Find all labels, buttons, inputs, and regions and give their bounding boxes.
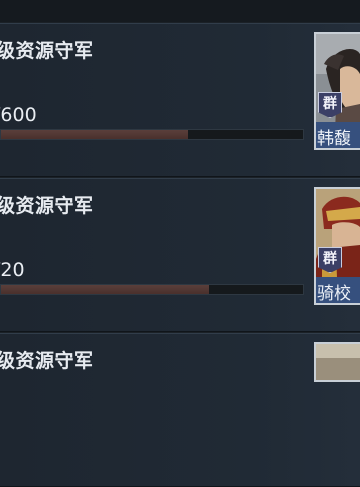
- hero-name: 韩馥: [317, 129, 351, 149]
- hero-name-plate: 韩馥: [316, 122, 360, 149]
- progress-bar: [0, 129, 304, 140]
- hero-name-plate: 骑校: [316, 277, 360, 304]
- progress-text: /20: [0, 259, 25, 281]
- hero-art: [316, 344, 360, 380]
- progress-bar: [0, 284, 304, 295]
- hero-portrait[interactable]: [314, 342, 360, 382]
- hero-portrait[interactable]: 群 骑校: [314, 187, 360, 305]
- mission-card[interactable]: 级资源守军: [0, 333, 360, 487]
- hero-name: 骑校: [317, 284, 351, 304]
- hero-portrait[interactable]: 群 韩馥: [314, 32, 360, 150]
- mission-card[interactable]: 级资源守军 /20 群 骑校: [0, 178, 360, 332]
- progress-bar-fill: [1, 285, 210, 294]
- top-edge-strip: [0, 0, 360, 22]
- mission-title: 级资源守军: [0, 195, 94, 217]
- progress-text: /600: [0, 104, 37, 126]
- mission-card[interactable]: 级资源守军 /600 群 韩馥: [0, 23, 360, 177]
- mission-title: 级资源守军: [0, 40, 94, 62]
- progress-bar-fill: [1, 130, 189, 139]
